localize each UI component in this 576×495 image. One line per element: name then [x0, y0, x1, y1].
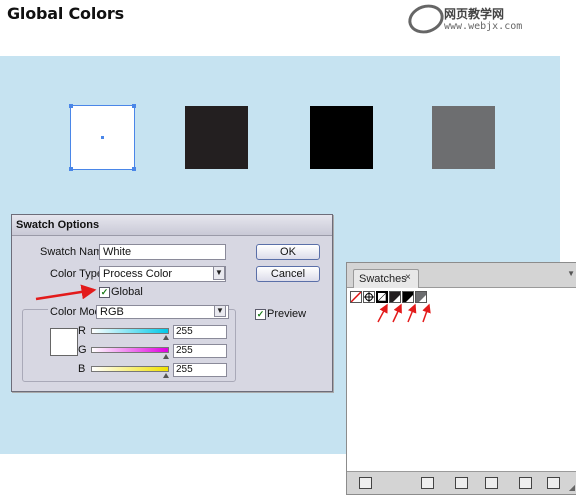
channel-r-slider-handle[interactable] — [163, 335, 169, 340]
show-swatch-kinds-icon[interactable] — [421, 477, 434, 489]
swatch-registration[interactable] — [363, 291, 375, 303]
panel-bottom-toolbar — [347, 471, 576, 494]
global-corner-icon — [406, 295, 413, 302]
swatch-options-dialog: Swatch Options Swatch Name: White Color … — [11, 214, 333, 392]
channel-b-label: B — [78, 363, 86, 375]
color-preview-box — [50, 328, 78, 356]
preview-checkbox[interactable]: ✓ — [255, 309, 266, 320]
resize-grip-icon[interactable]: ◢ — [569, 483, 575, 492]
channel-g-label: G — [78, 344, 87, 356]
channel-g-slider[interactable] — [91, 347, 169, 353]
global-checkbox[interactable]: ✓ — [99, 287, 110, 298]
new-color-group-icon[interactable] — [485, 477, 498, 489]
tab-swatches-label: Swatches — [359, 273, 407, 285]
channel-r-label: R — [78, 325, 86, 337]
color-type-label: Color Type: — [50, 268, 107, 280]
channel-g-value-field[interactable]: 255 — [173, 344, 227, 358]
selection-handle[interactable] — [132, 104, 136, 108]
close-icon[interactable]: × — [405, 272, 411, 283]
watermark-line-2: www.webjx.com — [444, 21, 523, 32]
channel-b-slider[interactable] — [91, 366, 169, 372]
chevron-down-icon[interactable]: ▼ — [214, 305, 226, 317]
global-corner-icon — [393, 295, 400, 302]
swatch-black-global[interactable] — [402, 291, 414, 303]
channel-b-slider-handle[interactable] — [163, 373, 169, 378]
swatch-options-icon[interactable] — [455, 477, 468, 489]
selection-handle[interactable] — [69, 167, 73, 171]
selection-handle[interactable] — [69, 104, 73, 108]
dialog-titlebar[interactable]: Swatch Options — [12, 215, 332, 236]
artboard-square-dark[interactable] — [185, 106, 248, 169]
color-mode-select[interactable]: RGB — [96, 305, 229, 319]
new-swatch-icon[interactable] — [519, 477, 532, 489]
panel-tabstrip: Swatches × ▼ — [347, 263, 576, 288]
tab-swatches[interactable]: Swatches × — [353, 269, 419, 288]
swatch-white-global-selected[interactable] — [376, 291, 388, 303]
page-heading: Global Colors — [7, 4, 124, 23]
color-type-select[interactable]: Process Color — [99, 266, 226, 282]
ok-button[interactable]: OK — [256, 244, 320, 260]
channel-r-value-field[interactable]: 255 — [173, 325, 227, 339]
watermark-ring-icon — [404, 0, 448, 38]
artboard-square-white-selected[interactable] — [69, 104, 136, 171]
global-corner-icon — [419, 295, 426, 302]
swatch-none[interactable] — [350, 291, 362, 303]
selection-handle[interactable] — [132, 167, 136, 171]
global-label: Global — [111, 286, 143, 298]
artboard-square-gray[interactable] — [432, 106, 495, 169]
watermark-line-1: 网页教学网 — [444, 7, 505, 21]
chevron-down-icon[interactable]: ▼ — [213, 266, 225, 280]
swatch-libraries-icon[interactable] — [359, 477, 372, 489]
channel-r-slider[interactable] — [91, 328, 169, 334]
panel-menu-icon[interactable]: ▼ — [567, 269, 575, 278]
global-corner-icon — [378, 293, 386, 301]
watermark-logo: 网页教学网 www.webjx.com — [404, 0, 568, 38]
none-slash-icon — [351, 292, 361, 302]
channel-b-value-field[interactable]: 255 — [173, 363, 227, 377]
swatch-name-field[interactable]: White — [99, 244, 226, 260]
channel-g-slider-handle[interactable] — [163, 354, 169, 359]
dialog-title: Swatch Options — [16, 219, 100, 231]
delete-swatch-icon[interactable] — [547, 477, 560, 489]
swatches-panel: Swatches × ▼ ◢ — [346, 262, 576, 495]
cancel-button[interactable]: Cancel — [256, 266, 320, 282]
registration-icon — [364, 292, 374, 302]
center-point — [101, 136, 104, 139]
artboard-square-black[interactable] — [310, 106, 373, 169]
preview-label: Preview — [267, 308, 307, 320]
swatch-gray-global[interactable] — [415, 291, 427, 303]
swatch-dark-global[interactable] — [389, 291, 401, 303]
